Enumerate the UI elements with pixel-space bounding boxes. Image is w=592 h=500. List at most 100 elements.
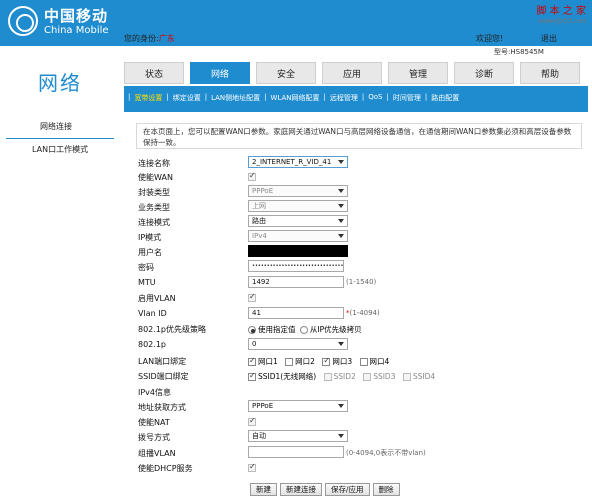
mtu-input[interactable]: 1492 bbox=[248, 276, 344, 288]
ipv4-info-heading: IPv4信息 bbox=[138, 388, 172, 397]
row-ssid-bind: SSID端口绑定 SSID1(无线网络) SSID2 SSID3 SSID4 bbox=[134, 369, 582, 383]
username-label: 用户名 bbox=[138, 248, 162, 257]
conn-mode-value: 路由 bbox=[252, 217, 266, 225]
password-label: 密码 bbox=[138, 263, 154, 272]
policy-label: 802.1p优先级策略 bbox=[138, 325, 206, 334]
subtab-routing[interactable]: 路由配置 bbox=[431, 93, 459, 103]
policy-copy-radio[interactable] bbox=[299, 326, 308, 334]
p8021-select[interactable]: 0 bbox=[248, 338, 348, 350]
enable-vlan-label: 启用VLAN bbox=[138, 294, 176, 303]
tab-status[interactable]: 状态 bbox=[124, 62, 184, 84]
conn-mode-label: 连接模式 bbox=[138, 218, 170, 227]
chevron-down-icon bbox=[338, 342, 344, 346]
tab-security[interactable]: 安全 bbox=[256, 62, 316, 84]
watermark-title: 脚 本 之 家 bbox=[536, 6, 586, 17]
ssid1-checkbox[interactable] bbox=[248, 371, 256, 381]
service-select[interactable]: 上网 bbox=[248, 200, 348, 212]
tab-application[interactable]: 应用 bbox=[322, 62, 382, 84]
enable-vlan-checkbox[interactable] bbox=[248, 292, 256, 302]
tab-network[interactable]: 网络 bbox=[190, 62, 250, 84]
subtab-broadband[interactable]: 宽带设置 bbox=[134, 93, 162, 103]
logo-ring-icon bbox=[8, 6, 38, 36]
china-mobile-logo: 中国移动 China Mobile bbox=[8, 4, 118, 40]
delete-button[interactable]: 删除 bbox=[372, 483, 400, 496]
username-input[interactable] bbox=[248, 245, 348, 257]
encap-value: PPPoE bbox=[252, 187, 274, 195]
enable-wan-checkbox[interactable] bbox=[248, 171, 256, 181]
dial-mode-label: 拨号方式 bbox=[138, 433, 170, 442]
ssid2-checkbox[interactable] bbox=[323, 373, 332, 381]
chevron-down-icon bbox=[338, 204, 344, 208]
row-addr-mode: 地址获取方式 PPPoE bbox=[134, 400, 582, 414]
vlan-id-input[interactable]: 41 bbox=[248, 307, 344, 319]
conn-mode-select[interactable]: 路由 bbox=[248, 215, 348, 227]
new-connection-button[interactable]: 新建连接 bbox=[280, 483, 322, 496]
addr-mode-value: PPPoE bbox=[252, 402, 274, 410]
password-input[interactable]: ••••••••••••••••••••••••••••••••••••••••… bbox=[248, 260, 344, 272]
identity-value: 广东 bbox=[158, 34, 175, 43]
encap-select[interactable]: PPPoE bbox=[248, 185, 348, 197]
row-mcast-vlan: 组播VLAN (0-4094,0表示不带vlan) bbox=[134, 446, 582, 460]
action-buttons: 新建 新建连接 保存/应用 删除 bbox=[250, 483, 403, 496]
chevron-down-icon bbox=[338, 160, 344, 164]
subtab-binding[interactable]: 绑定设置 bbox=[173, 93, 201, 103]
lan-port3-checkbox[interactable] bbox=[322, 356, 331, 366]
tab-help[interactable]: 帮助 bbox=[520, 62, 580, 84]
row-encap: 封装类型 PPPoE bbox=[134, 185, 582, 199]
save-apply-button[interactable]: 保存/应用 bbox=[325, 483, 370, 496]
subtab-qos[interactable]: QoS bbox=[368, 93, 382, 103]
watermark-url: www.Jb51.net bbox=[538, 17, 586, 25]
subtab-time[interactable]: 时间管理 bbox=[393, 93, 421, 103]
subtab-wlan[interactable]: WLAN网络配置 bbox=[271, 93, 320, 103]
p8021-label: 802.1p bbox=[138, 340, 166, 349]
lan-port3-label: 网口3 bbox=[332, 357, 353, 366]
lan-port1-label: 网口1 bbox=[258, 357, 278, 366]
new-button[interactable]: 新建 bbox=[250, 483, 277, 496]
tab-diagnostics[interactable]: 诊断 bbox=[454, 62, 514, 84]
main-content: 在本页面上，您可以配置WAN口参数。家庭网关通过WAN口与高层网络设备通信，在通… bbox=[124, 112, 588, 500]
chevron-down-icon bbox=[338, 234, 344, 238]
row-8021p-policy: 802.1p优先级策略 使用指定值 从IP优先级拷贝 bbox=[134, 322, 582, 336]
lan-port4-checkbox[interactable] bbox=[359, 358, 368, 366]
subtab-remote-mgmt[interactable]: 远程管理 bbox=[330, 93, 358, 103]
lan-port1-checkbox[interactable] bbox=[248, 356, 256, 366]
conn-name-label: 连接名称 bbox=[138, 159, 170, 168]
tab-management[interactable]: 管理 bbox=[388, 62, 448, 84]
enable-nat-checkbox[interactable] bbox=[248, 416, 256, 426]
welcome-text: 欢迎您! bbox=[476, 34, 504, 43]
leftnav-network-connection[interactable]: 网络连接 bbox=[0, 116, 122, 138]
subtab-lan-address[interactable]: LAN侧地址配置 bbox=[211, 93, 260, 103]
row-username: 用户名 bbox=[134, 245, 582, 259]
top-header: 中国移动 China Mobile 脚 本 之 家 www.Jb51.net 您… bbox=[0, 0, 592, 46]
p8021-value: 0 bbox=[252, 340, 257, 348]
mtu-label: MTU bbox=[138, 278, 156, 287]
lan-port2-label: 网口2 bbox=[295, 357, 315, 366]
row-conn-name: 连接名称 2_INTERNET_R_VID_41 bbox=[134, 156, 582, 170]
policy-specified-label: 使用指定值 bbox=[258, 325, 296, 334]
lan-port4-label: 网口4 bbox=[369, 357, 390, 366]
chevron-down-icon bbox=[338, 404, 344, 408]
mcast-vlan-input[interactable] bbox=[248, 446, 344, 458]
ssid4-checkbox[interactable] bbox=[402, 373, 411, 381]
subtab-bar: | 宽带设置 | 绑定设置 | LAN侧地址配置 | WLAN网络配置 | 远程… bbox=[124, 86, 588, 112]
addr-mode-select[interactable]: PPPoE bbox=[248, 400, 348, 412]
ip-mode-select[interactable]: IPv4 bbox=[248, 230, 348, 242]
enable-dhcp-checkbox[interactable] bbox=[248, 462, 256, 472]
user-identity: 您的身份:广东 bbox=[124, 33, 175, 44]
lan-port2-checkbox[interactable] bbox=[285, 358, 294, 366]
ssid1-label: SSID1(无线网络) bbox=[258, 372, 317, 381]
row-enable-wan: 使能WAN bbox=[134, 170, 582, 184]
main-tabs: 状态 网络 安全 应用 管理 诊断 帮助 bbox=[124, 62, 586, 84]
logo-english-text: China Mobile bbox=[44, 25, 109, 36]
row-8021p: 802.1p 0 bbox=[134, 338, 582, 352]
policy-specified-radio[interactable] bbox=[248, 326, 256, 334]
leftnav-lan-mode[interactable]: LAN口工作模式 bbox=[0, 139, 122, 161]
site-watermark: 脚 本 之 家 www.Jb51.net bbox=[536, 2, 586, 25]
policy-copy-label: 从IP优先级拷贝 bbox=[309, 325, 362, 334]
ip-mode-value: IPv4 bbox=[252, 232, 267, 240]
ssid3-checkbox[interactable] bbox=[363, 373, 372, 381]
service-value: 上网 bbox=[252, 202, 266, 210]
dial-mode-select[interactable]: 自动 bbox=[248, 430, 348, 442]
conn-name-select[interactable]: 2_INTERNET_R_VID_41 bbox=[248, 156, 348, 168]
logout-link[interactable]: 退出 bbox=[541, 33, 557, 44]
